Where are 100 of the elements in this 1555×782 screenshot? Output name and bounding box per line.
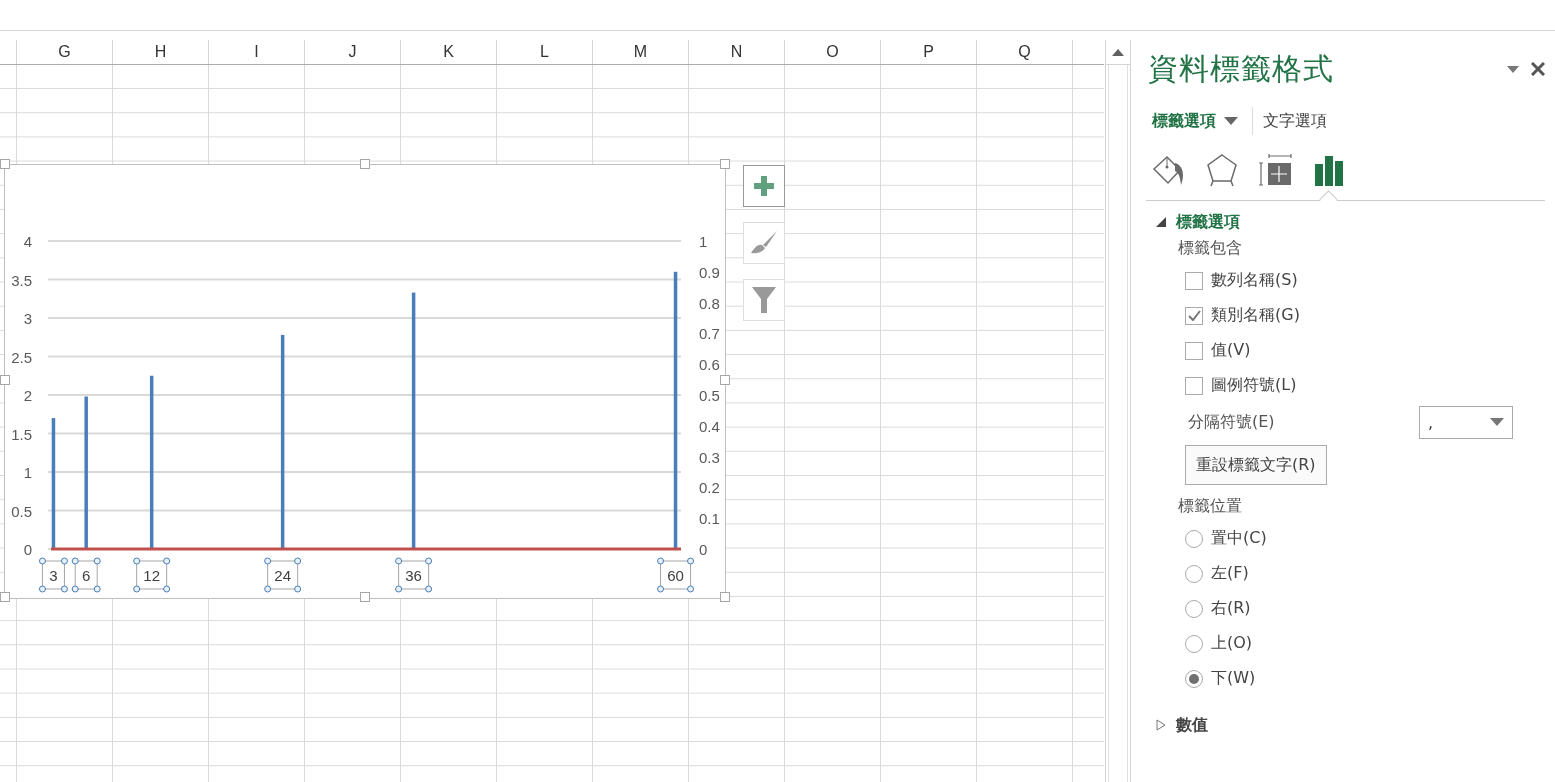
axis-label: 0.5 — [11, 502, 32, 520]
selection-handle[interactable] — [425, 585, 433, 593]
label-frame[interactable] — [267, 560, 299, 590]
selection-handle[interactable] — [163, 585, 171, 593]
selection-handle[interactable] — [38, 557, 46, 565]
checkbox-option[interactable]: 圖例符號(L) — [1185, 368, 1545, 403]
selection-handle[interactable] — [687, 557, 695, 565]
pentagon-icon — [1206, 153, 1238, 187]
funnel-icon — [752, 287, 776, 313]
label-frame[interactable] — [660, 560, 692, 590]
resize-handle[interactable] — [720, 375, 730, 385]
radio-option[interactable]: 置中(C) — [1185, 521, 1545, 556]
axis-label: 0.2 — [699, 479, 720, 497]
column-header[interactable]: G — [17, 40, 113, 64]
resize-handle[interactable] — [720, 592, 730, 602]
checkbox-option[interactable]: 數列名稱(S) — [1185, 263, 1545, 298]
section-header[interactable]: 標籤選項 — [1156, 211, 1545, 233]
section-header[interactable]: 數值 — [1156, 714, 1545, 736]
bar-chart-icon — [1314, 154, 1346, 186]
selection-handle[interactable] — [657, 557, 665, 565]
axis-label: 3 — [23, 310, 32, 327]
selection-handle[interactable] — [294, 557, 302, 565]
axis-label: 6 — [82, 567, 91, 584]
axis-label: 3.5 — [11, 271, 32, 289]
axis-label: 60 — [667, 567, 684, 584]
options-tab[interactable]: 標籤選項 — [1148, 110, 1246, 132]
options-tab[interactable]: 文字選項 — [1259, 110, 1335, 132]
resize-handle[interactable] — [0, 159, 10, 169]
label-frame[interactable] — [398, 560, 430, 590]
column-header[interactable]: Q — [977, 40, 1073, 64]
radio-option[interactable]: 上(O) — [1185, 626, 1545, 661]
caret-icon[interactable] — [1507, 65, 1519, 73]
checkbox[interactable] — [1185, 271, 1203, 290]
selection-handle[interactable] — [133, 585, 141, 593]
selection-handle[interactable] — [294, 585, 302, 593]
column-header[interactable]: H — [113, 40, 209, 64]
brush-icon — [751, 231, 777, 255]
selection-handle[interactable] — [133, 557, 141, 565]
checkbox-option[interactable]: 值(V) — [1185, 333, 1545, 368]
radio-button[interactable] — [1185, 669, 1203, 688]
selection-handle[interactable] — [264, 585, 272, 593]
column-header[interactable]: I — [209, 40, 305, 64]
label-frame[interactable] — [74, 560, 98, 590]
column-header[interactable]: P — [881, 40, 977, 64]
add-element-button[interactable] — [743, 165, 785, 207]
column-header[interactable]: M — [593, 40, 689, 64]
axis-label: 0.3 — [699, 448, 720, 466]
separator-dropdown[interactable]: , — [1419, 405, 1513, 439]
selection-handle[interactable] — [93, 557, 101, 565]
checkbox[interactable] — [1185, 341, 1203, 360]
close-icon[interactable] — [1531, 62, 1545, 76]
checkbox[interactable] — [1185, 376, 1203, 395]
selection-handle[interactable] — [395, 585, 403, 593]
icon-tab[interactable] — [1204, 152, 1240, 188]
radio-button[interactable] — [1185, 634, 1203, 653]
selection-handle[interactable] — [425, 557, 433, 565]
selection-handle[interactable] — [264, 557, 272, 565]
chart-filter-button[interactable] — [743, 279, 785, 321]
icon-tab[interactable] — [1258, 152, 1294, 188]
resize-handle[interactable] — [0, 592, 10, 602]
column-header[interactable]: J — [305, 40, 401, 64]
checkbox-option[interactable]: 類別名稱(G) — [1185, 298, 1545, 333]
column-header[interactable]: O — [785, 40, 881, 64]
chart-styles-button[interactable] — [743, 222, 785, 264]
radio-button[interactable] — [1185, 529, 1203, 548]
checkbox[interactable] — [1185, 306, 1203, 325]
axis-label: 2.5 — [11, 348, 32, 366]
label-frame[interactable] — [136, 560, 168, 590]
selection-handle[interactable] — [657, 585, 665, 593]
radio-option[interactable]: 左(F) — [1185, 556, 1545, 591]
selection-handle[interactable] — [38, 585, 46, 593]
axis-label: 36 — [405, 567, 422, 584]
column-header[interactable]: N — [689, 40, 785, 64]
label-frame[interactable] — [41, 560, 65, 590]
selection-handle[interactable] — [687, 585, 695, 593]
radio-option[interactable]: 下(W) — [1185, 661, 1545, 696]
chart-area[interactable]: 0 0.5 1 1.5 2 2.5 3 3.5 4 1 0.9 0.8 0.7 0.6 0.5 0.4 0.3 0.2 0.1 0 3 6 12 24 36 60 — [4, 164, 726, 599]
selection-handle[interactable] — [163, 557, 171, 565]
radio-button[interactable] — [1185, 599, 1203, 618]
axis-label: 1 — [23, 464, 32, 481]
resize-handle[interactable] — [360, 592, 370, 602]
group-label: 標籤位置 — [1178, 494, 1243, 517]
axis-label: 3 — [49, 567, 58, 584]
group-label: 標籤包含 — [1178, 236, 1243, 259]
selection-handle[interactable] — [395, 557, 403, 565]
collapse-triangle-icon — [1156, 216, 1166, 228]
axis-label: 0.9 — [699, 263, 720, 281]
reset-label-text-button[interactable]: 重設標籤文字(R) — [1185, 445, 1327, 485]
caret-icon — [1224, 117, 1238, 125]
selection-handle[interactable] — [93, 585, 101, 593]
resize-handle[interactable] — [0, 375, 10, 385]
column-header[interactable]: K — [401, 40, 497, 64]
radio-button[interactable] — [1185, 564, 1203, 583]
up-arrow-icon — [1112, 48, 1124, 56]
vertical-scrollbar[interactable] — [1105, 40, 1131, 782]
radio-option[interactable]: 右(R) — [1185, 591, 1545, 626]
resize-handle[interactable] — [360, 159, 370, 169]
resize-handle[interactable] — [720, 159, 730, 169]
field-label: 分隔符號(E) — [1188, 411, 1276, 433]
column-header[interactable]: L — [497, 40, 593, 64]
